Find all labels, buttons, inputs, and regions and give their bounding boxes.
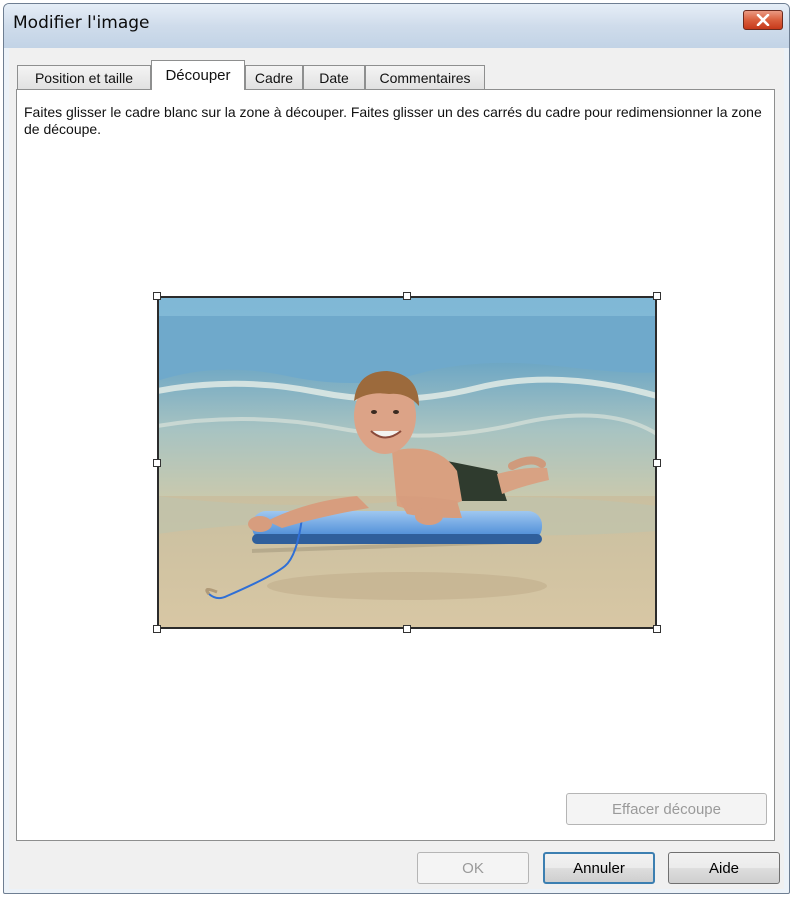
cancel-button[interactable]: Annuler: [543, 852, 655, 884]
crop-handle-left[interactable]: [153, 459, 161, 467]
crop-handle-bottom-left[interactable]: [153, 625, 161, 633]
ok-button[interactable]: OK: [417, 852, 529, 884]
title-bar[interactable]: Modifier l'image: [4, 4, 789, 48]
crop-tab-panel: Faites glisser le cadre blanc sur la zon…: [16, 89, 775, 841]
crop-handle-right[interactable]: [653, 459, 661, 467]
help-label: Aide: [708, 859, 740, 877]
tab-label: Commentaires: [379, 69, 471, 86]
dialog-window: Modifier l'image Position et taille Déco…: [3, 3, 790, 894]
crop-handle-top-left[interactable]: [153, 292, 161, 300]
crop-frame[interactable]: [157, 296, 657, 629]
crop-handle-bottom-right[interactable]: [653, 625, 661, 633]
crop-instructions: Faites glisser le cadre blanc sur la zon…: [24, 104, 762, 137]
tab-decouper[interactable]: Découper: [151, 60, 245, 90]
tab-label: Date: [319, 69, 349, 86]
clear-crop-label: Effacer découpe: [612, 800, 721, 818]
window-title: Modifier l'image: [13, 13, 150, 33]
crop-handle-top[interactable]: [403, 292, 411, 300]
tab-cadre[interactable]: Cadre: [245, 65, 303, 89]
dialog-body: Position et taille Découper Cadre Date C…: [9, 48, 784, 889]
tab-position-et-taille[interactable]: Position et taille: [17, 65, 151, 89]
tab-date[interactable]: Date: [303, 65, 365, 89]
tab-label: Cadre: [254, 69, 294, 86]
crop-handle-top-right[interactable]: [653, 292, 661, 300]
crop-preview-area: [153, 292, 661, 633]
tab-label: Découper: [165, 67, 231, 84]
tab-commentaires[interactable]: Commentaires: [365, 65, 485, 89]
cancel-label: Annuler: [573, 859, 625, 877]
clear-crop-button[interactable]: Effacer découpe: [566, 793, 767, 825]
crop-handle-bottom[interactable]: [403, 625, 411, 633]
close-icon: [756, 11, 770, 30]
close-button[interactable]: [743, 10, 783, 30]
help-button[interactable]: Aide: [668, 852, 780, 884]
tab-label: Position et taille: [34, 69, 134, 86]
ok-label: OK: [462, 859, 484, 877]
